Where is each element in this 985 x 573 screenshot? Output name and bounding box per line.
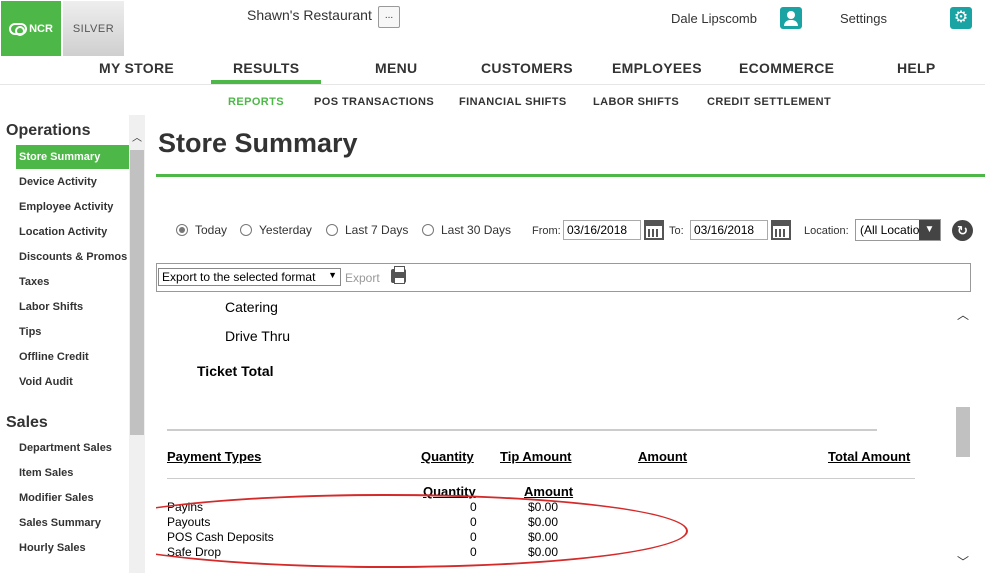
restaurant-name: Shawn's Restaurant	[247, 7, 372, 23]
nav-help[interactable]: HELP	[897, 60, 936, 76]
report-scroll-thumb[interactable]	[956, 407, 970, 457]
page-title: Store Summary	[158, 128, 358, 158]
nav-results[interactable]: RESULTS	[233, 60, 299, 76]
radio-checked-icon[interactable]	[176, 224, 188, 236]
subnav-financial-shifts[interactable]: FINANCIAL SHIFTS	[459, 96, 567, 108]
col-amount: Amount	[638, 449, 688, 464]
report-toolbar: Export to the selected format ▼ Export	[156, 263, 971, 292]
nav-menu[interactable]: MENU	[375, 60, 417, 76]
settings-link[interactable]: Settings	[840, 11, 887, 26]
to-date-input[interactable]: 03/16/2018	[690, 220, 768, 240]
location-select[interactable]: (All Locatio ▼	[855, 219, 941, 241]
sidebar-item-device-activity[interactable]: Device Activity	[16, 170, 129, 194]
calendar-icon[interactable]	[644, 220, 664, 240]
silver-logo: SILVER	[63, 1, 124, 56]
sidebar-item-department-sales[interactable]: Department Sales	[16, 436, 129, 460]
sidebar-scrollbar[interactable]: ︿	[129, 115, 145, 573]
nav-ecommerce[interactable]: ECOMMERCE	[739, 60, 834, 76]
nav-customers[interactable]: CUSTOMERS	[481, 60, 573, 76]
location-label: Location:	[804, 225, 849, 237]
nav-divider	[0, 84, 985, 85]
export-button[interactable]: Export	[345, 271, 380, 285]
sidebar-item-labor-shifts[interactable]: Labor Shifts	[16, 295, 129, 319]
sidebar: Operations Store Summary Device Activity…	[0, 115, 145, 573]
subcol-amount: Amount	[524, 484, 574, 499]
to-label: To:	[669, 225, 684, 237]
sidebar-item-item-sales[interactable]: Item Sales	[16, 461, 129, 485]
sidebar-scroll-thumb[interactable]	[130, 150, 144, 435]
user-icon[interactable]	[780, 7, 802, 29]
chevron-down-icon: ▼	[328, 270, 337, 280]
from-date-input[interactable]: 03/16/2018	[563, 220, 641, 240]
range-last-30-days[interactable]: Last 30 Days	[422, 223, 511, 237]
title-divider	[156, 174, 985, 177]
sidebar-item-location-activity[interactable]: Location Activity	[16, 220, 129, 244]
sidebar-item-void-audit[interactable]: Void Audit	[16, 370, 129, 394]
ncr-logo: NCR	[1, 1, 61, 56]
calendar-icon[interactable]	[771, 220, 791, 240]
refresh-icon[interactable]: ↻	[952, 220, 973, 241]
sidebar-heading-sales: Sales	[6, 414, 48, 431]
chevron-down-icon[interactable]: ﹀	[957, 553, 969, 570]
sidebar-item-discounts-promos[interactable]: Discounts & Promos	[16, 245, 129, 269]
sidebar-item-taxes[interactable]: Taxes	[16, 270, 129, 294]
subnav-reports[interactable]: REPORTS	[228, 96, 284, 108]
chevron-up-icon[interactable]: ︿	[132, 129, 142, 144]
highlight-annotation	[156, 494, 688, 568]
main-nav: MY STORE RESULTS MENU CUSTOMERS EMPLOYEE…	[0, 60, 985, 84]
col-total-amount: Total Amount	[828, 449, 911, 464]
ncr-ring-icon	[9, 22, 28, 36]
range-last-7-days[interactable]: Last 7 Days	[326, 223, 408, 237]
export-format-select[interactable]: Export to the selected format ▼	[158, 268, 341, 286]
col-quantity: Quantity	[421, 449, 474, 464]
col-payment-types: Payment Types	[167, 449, 262, 464]
nav-my-store[interactable]: MY STORE	[99, 60, 174, 76]
user-name[interactable]: Dale Lipscomb	[671, 11, 757, 26]
report-scrollbar[interactable]: ︿ ﹀	[955, 300, 972, 573]
store-picker-button[interactable]: ...	[378, 6, 400, 28]
from-label: From:	[532, 225, 561, 237]
sidebar-heading-operations: Operations	[6, 122, 91, 139]
sidebar-item-modifier-sales[interactable]: Modifier Sales	[16, 486, 129, 510]
nav-employees[interactable]: EMPLOYEES	[612, 60, 702, 76]
chevron-down-icon[interactable]: ▼	[919, 220, 940, 240]
gear-icon[interactable]: ⚙	[950, 7, 972, 29]
header-divider	[167, 478, 915, 479]
ticket-total-label: Ticket Total	[197, 363, 274, 379]
chevron-up-icon[interactable]: ︿	[957, 306, 969, 323]
sidebar-item-hourly-sales[interactable]: Hourly Sales	[16, 536, 129, 560]
report-line-catering: Catering	[225, 299, 278, 315]
radio-icon[interactable]	[326, 224, 338, 236]
subnav-pos-transactions[interactable]: POS TRANSACTIONS	[314, 96, 434, 108]
sidebar-item-employee-activity[interactable]: Employee Activity	[16, 195, 129, 219]
range-yesterday[interactable]: Yesterday	[240, 223, 312, 237]
report-line-drive-thru: Drive Thru	[225, 328, 291, 344]
sidebar-item-tips[interactable]: Tips	[16, 320, 129, 344]
col-tip-amount: Tip Amount	[500, 449, 572, 464]
sidebar-item-sales-summary[interactable]: Sales Summary	[16, 511, 129, 535]
radio-icon[interactable]	[422, 224, 434, 236]
sidebar-item-store-summary[interactable]: Store Summary	[16, 145, 129, 169]
subnav-credit-settlement[interactable]: CREDIT SETTLEMENT	[707, 96, 831, 108]
subnav-labor-shifts[interactable]: LABOR SHIFTS	[593, 96, 679, 108]
report-viewer: Catering Drive Thru Ticket Total Payment…	[156, 292, 985, 573]
print-icon[interactable]	[391, 266, 406, 284]
radio-icon[interactable]	[240, 224, 252, 236]
section-divider	[167, 429, 877, 431]
range-today[interactable]: Today	[176, 223, 227, 237]
sidebar-item-offline-credit[interactable]: Offline Credit	[16, 345, 129, 369]
